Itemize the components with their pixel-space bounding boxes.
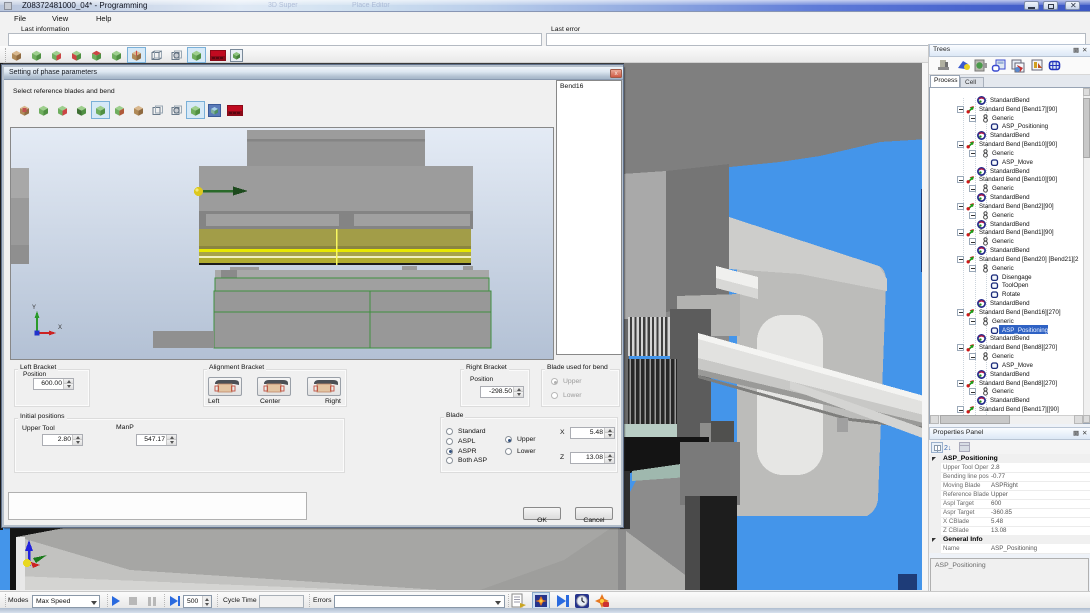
svg-text:Y: Y [32, 305, 36, 311]
svg-text:X: X [58, 325, 62, 331]
svg-text:2↓: 2↓ [944, 445, 951, 452]
